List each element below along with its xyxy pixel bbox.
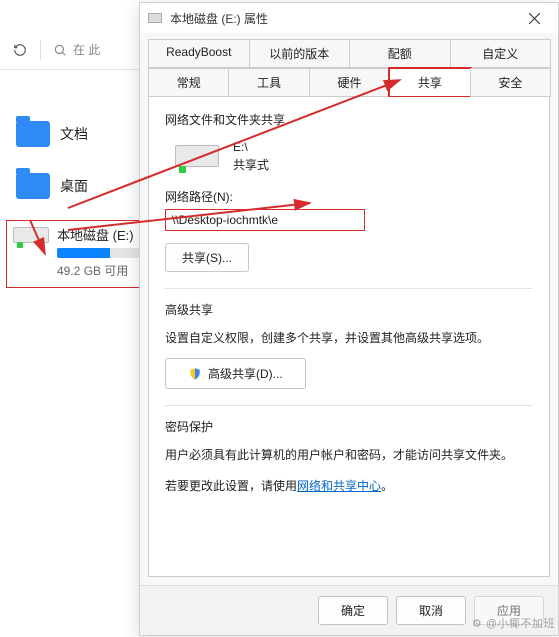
network-center-link[interactable]: 网络和共享中心 xyxy=(297,479,381,493)
share-status: 共享式 xyxy=(233,156,269,174)
tab-tools[interactable]: 工具 xyxy=(228,68,309,97)
password-desc-2a: 若要更改此设置，请使用 xyxy=(165,479,297,493)
dialog-title: 本地磁盘 (E:) 属性 xyxy=(170,10,268,27)
share-drive-letter: E:\ xyxy=(233,138,269,156)
search-placeholder: 在 此 xyxy=(73,41,100,58)
drive-icon xyxy=(13,227,49,243)
explorer-window: 在 此 文档 桌面 本地磁盘 (E:) 49.2 GB 可用 xyxy=(0,0,160,637)
tab-previous-versions[interactable]: 以前的版本 xyxy=(249,39,351,68)
section-title-network-share: 网络文件和文件夹共享 xyxy=(165,111,533,128)
sidebar-item-drive-e[interactable]: 本地磁盘 (E:) 49.2 GB 可用 xyxy=(6,220,154,288)
folder-icon xyxy=(16,121,50,147)
share-button[interactable]: 共享(S)... xyxy=(165,243,249,272)
advanced-sharing-button[interactable]: 高级共享(D)... xyxy=(165,358,306,389)
section-title-advanced: 高级共享 xyxy=(165,301,533,318)
tab-general[interactable]: 常规 xyxy=(148,68,229,97)
tab-readyboost[interactable]: ReadyBoost xyxy=(148,39,250,68)
sidebar-item-documents[interactable]: 文档 xyxy=(6,108,154,160)
tabs-container: ReadyBoost 以前的版本 配额 自定义 常规 工具 硬件 共享 安全 xyxy=(140,33,558,97)
shield-icon xyxy=(188,367,202,381)
network-path-label: 网络路径(N): xyxy=(165,188,533,205)
ok-button[interactable]: 确定 xyxy=(318,596,388,625)
drive-icon xyxy=(175,145,219,167)
cancel-button[interactable]: 取消 xyxy=(396,596,466,625)
drive-label: 本地磁盘 (E:) xyxy=(57,225,134,244)
folder-icon xyxy=(16,173,50,199)
tab-customize[interactable]: 自定义 xyxy=(450,39,552,68)
close-button[interactable] xyxy=(516,7,552,29)
password-desc-2b: 。 xyxy=(381,479,393,493)
properties-dialog: 本地磁盘 (E:) 属性 ReadyBoost 以前的版本 配额 自定义 常规 … xyxy=(139,2,559,636)
drive-usage-bar xyxy=(57,248,143,258)
advanced-desc: 设置自定义权限，创建多个共享，并设置其他高级共享选项。 xyxy=(165,328,533,348)
search-input[interactable]: 在 此 xyxy=(47,41,154,58)
refresh-icon[interactable] xyxy=(6,36,34,64)
section-title-password: 密码保护 xyxy=(165,418,533,435)
dialog-content: 网络文件和文件夹共享 E:\ 共享式 网络路径(N): \\Desktop-io… xyxy=(148,97,550,577)
sidebar-item-label: 文档 xyxy=(60,124,88,144)
advanced-sharing-label: 高级共享(D)... xyxy=(208,365,283,382)
drive-icon xyxy=(148,13,162,23)
tab-security[interactable]: 安全 xyxy=(470,68,551,97)
drive-free-space: 49.2 GB 可用 xyxy=(57,262,149,279)
dialog-titlebar: 本地磁盘 (E:) 属性 xyxy=(140,3,558,33)
explorer-sidebar: 文档 桌面 本地磁盘 (E:) 49.2 GB 可用 xyxy=(0,70,160,296)
search-icon xyxy=(53,43,67,57)
tab-sharing[interactable]: 共享 xyxy=(389,68,470,97)
explorer-toolbar: 在 此 xyxy=(0,30,160,70)
sidebar-item-label: 桌面 xyxy=(60,176,88,196)
password-desc-1: 用户必须具有此计算机的用户帐户和密码，才能访问共享文件夹。 xyxy=(165,445,533,465)
tab-quota[interactable]: 配额 xyxy=(349,39,451,68)
watermark: ⚙ @小椰不加班 xyxy=(472,615,555,631)
network-path-value[interactable]: \\Desktop-iochmtk\e xyxy=(165,209,365,231)
tab-hardware[interactable]: 硬件 xyxy=(309,68,390,97)
sidebar-item-desktop[interactable]: 桌面 xyxy=(6,160,154,212)
